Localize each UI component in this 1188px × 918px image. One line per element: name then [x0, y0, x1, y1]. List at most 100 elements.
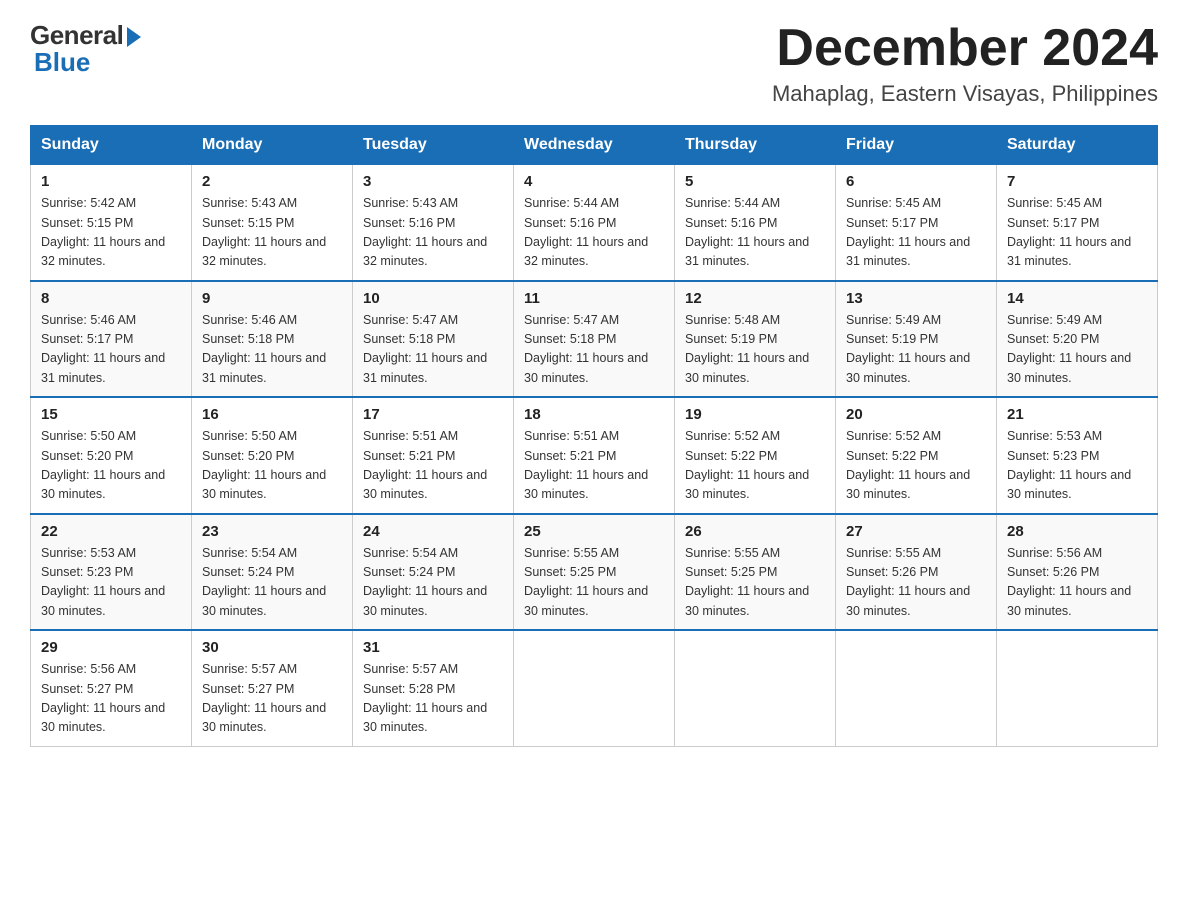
day-number: 9 — [202, 290, 342, 307]
table-row: 2 Sunrise: 5:43 AMSunset: 5:15 PMDaylight… — [192, 165, 353, 281]
table-row: 8Sunrise: 5:46 AMSunset: 5:17 PMDaylight… — [31, 281, 192, 398]
day-info: Sunrise: 5:46 AMSunset: 5:17 PMDaylight:… — [41, 311, 181, 389]
table-row: 24 Sunrise: 5:54 AMSunset: 5:24 PMDayligh… — [353, 514, 514, 631]
table-row: 22 Sunrise: 5:53 AMSunset: 5:23 PMDayligh… — [31, 514, 192, 631]
day-info: Sunrise: 5:54 AMSunset: 5:24 PMDaylight:… — [363, 544, 503, 622]
day-info: Sunrise: 5:50 AMSunset: 5:20 PMDaylight:… — [202, 427, 342, 505]
day-info: Sunrise: 5:55 AMSunset: 5:25 PMDaylight:… — [685, 544, 825, 622]
day-info: Sunrise: 5:55 AMSunset: 5:25 PMDaylight:… — [524, 544, 664, 622]
table-row: 4 Sunrise: 5:44 AMSunset: 5:16 PMDaylight… — [514, 165, 675, 281]
calendar-week-row: 8Sunrise: 5:46 AMSunset: 5:17 PMDaylight… — [31, 281, 1158, 398]
calendar-week-row: 1 Sunrise: 5:42 AMSunset: 5:15 PMDaylight… — [31, 165, 1158, 281]
day-info: Sunrise: 5:56 AMSunset: 5:26 PMDaylight:… — [1007, 544, 1147, 622]
table-row: 30Sunrise: 5:57 AMSunset: 5:27 PMDayligh… — [192, 630, 353, 746]
table-row: 31Sunrise: 5:57 AMSunset: 5:28 PMDayligh… — [353, 630, 514, 746]
day-number: 26 — [685, 523, 825, 540]
table-row: 11 Sunrise: 5:47 AMSunset: 5:18 PMDayligh… — [514, 281, 675, 398]
table-row: 10 Sunrise: 5:47 AMSunset: 5:18 PMDayligh… — [353, 281, 514, 398]
day-info: Sunrise: 5:52 AMSunset: 5:22 PMDaylight:… — [685, 427, 825, 505]
day-number: 24 — [363, 523, 503, 540]
day-number: 10 — [363, 290, 503, 307]
calendar-week-row: 15 Sunrise: 5:50 AMSunset: 5:20 PMDayligh… — [31, 397, 1158, 514]
day-number: 1 — [41, 173, 181, 190]
table-row: 6 Sunrise: 5:45 AMSunset: 5:17 PMDaylight… — [836, 165, 997, 281]
day-info: Sunrise: 5:51 AMSunset: 5:21 PMDaylight:… — [363, 427, 503, 505]
day-info: Sunrise: 5:48 AMSunset: 5:19 PMDaylight:… — [685, 311, 825, 389]
table-row: 29 Sunrise: 5:56 AMSunset: 5:27 PMDayligh… — [31, 630, 192, 746]
day-number: 25 — [524, 523, 664, 540]
day-number: 22 — [41, 523, 181, 540]
table-row: 14 Sunrise: 5:49 AMSunset: 5:20 PMDayligh… — [997, 281, 1158, 398]
col-wednesday: Wednesday — [514, 126, 675, 165]
day-number: 12 — [685, 290, 825, 307]
day-number: 7 — [1007, 173, 1147, 190]
day-number: 20 — [846, 406, 986, 423]
day-info: Sunrise: 5:49 AMSunset: 5:20 PMDaylight:… — [1007, 311, 1147, 389]
day-number: 17 — [363, 406, 503, 423]
table-row: 17 Sunrise: 5:51 AMSunset: 5:21 PMDayligh… — [353, 397, 514, 514]
calendar-table: Sunday Monday Tuesday Wednesday Thursday… — [30, 125, 1158, 747]
table-row: 5Sunrise: 5:44 AMSunset: 5:16 PMDaylight… — [675, 165, 836, 281]
table-row: 19Sunrise: 5:52 AMSunset: 5:22 PMDayligh… — [675, 397, 836, 514]
day-info: Sunrise: 5:47 AMSunset: 5:18 PMDaylight:… — [524, 311, 664, 389]
table-row: 28 Sunrise: 5:56 AMSunset: 5:26 PMDayligh… — [997, 514, 1158, 631]
day-number: 31 — [363, 639, 503, 656]
table-row: 27Sunrise: 5:55 AMSunset: 5:26 PMDayligh… — [836, 514, 997, 631]
day-number: 14 — [1007, 290, 1147, 307]
logo-arrow-icon — [127, 27, 141, 47]
day-number: 4 — [524, 173, 664, 190]
day-info: Sunrise: 5:46 AMSunset: 5:18 PMDaylight:… — [202, 311, 342, 389]
table-row: 15 Sunrise: 5:50 AMSunset: 5:20 PMDayligh… — [31, 397, 192, 514]
month-year-title: December 2024 — [772, 20, 1158, 77]
col-friday: Friday — [836, 126, 997, 165]
day-number: 6 — [846, 173, 986, 190]
table-row: 25 Sunrise: 5:55 AMSunset: 5:25 PMDayligh… — [514, 514, 675, 631]
day-info: Sunrise: 5:49 AMSunset: 5:19 PMDaylight:… — [846, 311, 986, 389]
day-number: 16 — [202, 406, 342, 423]
logo: General Blue — [30, 20, 141, 78]
table-row — [997, 630, 1158, 746]
day-info: Sunrise: 5:43 AMSunset: 5:15 PMDaylight:… — [202, 194, 342, 272]
table-row: 16 Sunrise: 5:50 AMSunset: 5:20 PMDayligh… — [192, 397, 353, 514]
table-row: 23Sunrise: 5:54 AMSunset: 5:24 PMDayligh… — [192, 514, 353, 631]
day-number: 28 — [1007, 523, 1147, 540]
day-info: Sunrise: 5:56 AMSunset: 5:27 PMDaylight:… — [41, 660, 181, 738]
day-info: Sunrise: 5:47 AMSunset: 5:18 PMDaylight:… — [363, 311, 503, 389]
day-info: Sunrise: 5:50 AMSunset: 5:20 PMDaylight:… — [41, 427, 181, 505]
day-info: Sunrise: 5:45 AMSunset: 5:17 PMDaylight:… — [846, 194, 986, 272]
col-sunday: Sunday — [31, 126, 192, 165]
day-info: Sunrise: 5:42 AMSunset: 5:15 PMDaylight:… — [41, 194, 181, 272]
day-info: Sunrise: 5:53 AMSunset: 5:23 PMDaylight:… — [41, 544, 181, 622]
table-row: 1 Sunrise: 5:42 AMSunset: 5:15 PMDaylight… — [31, 165, 192, 281]
day-info: Sunrise: 5:53 AMSunset: 5:23 PMDaylight:… — [1007, 427, 1147, 505]
table-row — [836, 630, 997, 746]
col-saturday: Saturday — [997, 126, 1158, 165]
day-number: 27 — [846, 523, 986, 540]
calendar-week-row: 29 Sunrise: 5:56 AMSunset: 5:27 PMDayligh… — [31, 630, 1158, 746]
table-row: 20 Sunrise: 5:52 AMSunset: 5:22 PMDayligh… — [836, 397, 997, 514]
day-info: Sunrise: 5:45 AMSunset: 5:17 PMDaylight:… — [1007, 194, 1147, 272]
day-info: Sunrise: 5:44 AMSunset: 5:16 PMDaylight:… — [524, 194, 664, 272]
day-number: 23 — [202, 523, 342, 540]
day-info: Sunrise: 5:44 AMSunset: 5:16 PMDaylight:… — [685, 194, 825, 272]
calendar-week-row: 22 Sunrise: 5:53 AMSunset: 5:23 PMDayligh… — [31, 514, 1158, 631]
table-row: 9 Sunrise: 5:46 AMSunset: 5:18 PMDaylight… — [192, 281, 353, 398]
table-row: 7 Sunrise: 5:45 AMSunset: 5:17 PMDaylight… — [997, 165, 1158, 281]
col-tuesday: Tuesday — [353, 126, 514, 165]
day-number: 29 — [41, 639, 181, 656]
day-number: 11 — [524, 290, 664, 307]
day-info: Sunrise: 5:51 AMSunset: 5:21 PMDaylight:… — [524, 427, 664, 505]
day-number: 15 — [41, 406, 181, 423]
table-row: 26 Sunrise: 5:55 AMSunset: 5:25 PMDayligh… — [675, 514, 836, 631]
day-number: 13 — [846, 290, 986, 307]
day-info: Sunrise: 5:52 AMSunset: 5:22 PMDaylight:… — [846, 427, 986, 505]
table-row: 13 Sunrise: 5:49 AMSunset: 5:19 PMDayligh… — [836, 281, 997, 398]
table-row: 12 Sunrise: 5:48 AMSunset: 5:19 PMDayligh… — [675, 281, 836, 398]
day-number: 2 — [202, 173, 342, 190]
title-block: December 2024 Mahaplag, Eastern Visayas,… — [772, 20, 1158, 107]
table-row: 3Sunrise: 5:43 AMSunset: 5:16 PMDaylight… — [353, 165, 514, 281]
col-monday: Monday — [192, 126, 353, 165]
day-number: 21 — [1007, 406, 1147, 423]
table-row — [675, 630, 836, 746]
day-number: 3 — [363, 173, 503, 190]
